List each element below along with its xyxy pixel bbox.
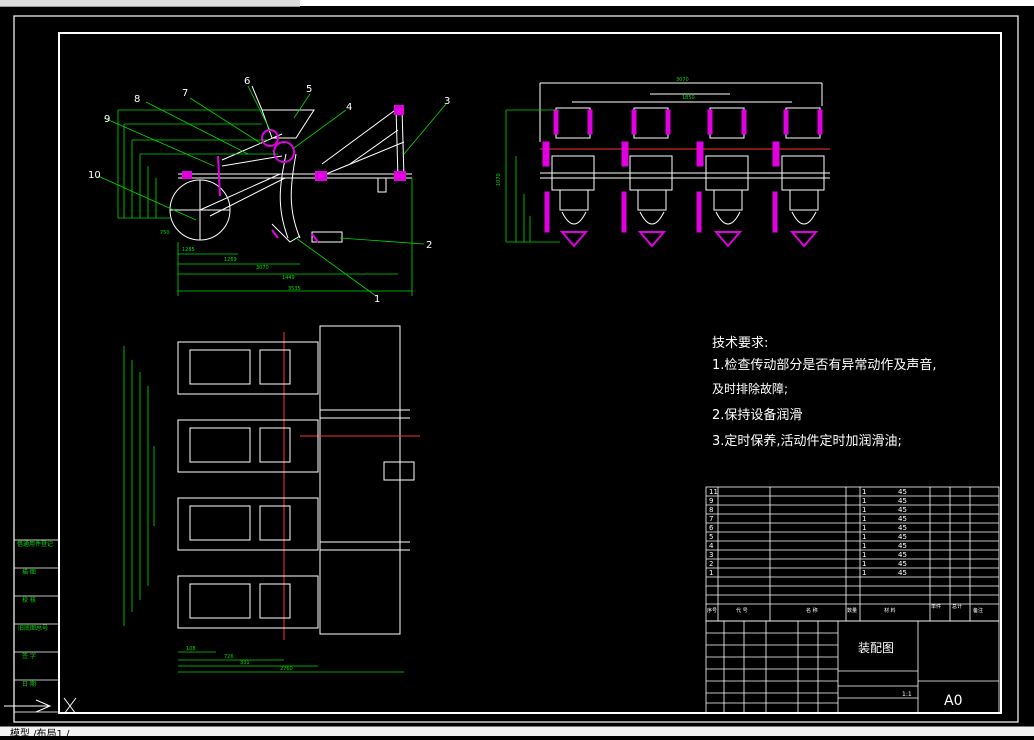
bom-no: 6 bbox=[709, 524, 714, 532]
bom-header-material: 材 料 bbox=[884, 607, 896, 614]
bom-qty: 1 bbox=[862, 569, 866, 577]
bom-no: 7 bbox=[709, 515, 713, 523]
bom-no: 5 bbox=[709, 533, 713, 541]
strip-label: 旧底图总号 bbox=[18, 624, 48, 632]
bom-header-code: 代 号 bbox=[736, 607, 748, 614]
bom-no: 8 bbox=[709, 506, 713, 514]
strip-label: 校 核 bbox=[22, 596, 36, 604]
top-view bbox=[283, 325, 420, 640]
part-number-4: 4 bbox=[346, 102, 352, 113]
part-number-6: 6 bbox=[244, 76, 250, 87]
part-number-10: 10 bbox=[88, 170, 101, 181]
layout-tabs[interactable]: 模型 /布局1 / bbox=[10, 725, 69, 740]
left-strip-labels: 借通用件登记 描 图 校 核 旧底图总号 签 字 日 期 bbox=[17, 540, 53, 688]
bom-header-name: 名 称 bbox=[806, 607, 818, 614]
bom-header-qty: 数量 bbox=[847, 607, 857, 614]
strip-label: 借通用件登记 bbox=[17, 540, 53, 548]
bom-no: 1 bbox=[709, 569, 713, 577]
bom-code: 45 bbox=[898, 506, 907, 514]
drawing-name: 装配图 bbox=[858, 641, 894, 655]
part-number-5: 5 bbox=[306, 84, 312, 95]
bom-code: 45 bbox=[898, 533, 907, 541]
side-view bbox=[169, 85, 412, 243]
tech-req-item-2: 及时排除故障; bbox=[712, 382, 789, 396]
bom-code: 45 bbox=[898, 542, 907, 550]
part-leaders bbox=[97, 85, 447, 297]
bom-qty: 1 bbox=[862, 533, 866, 541]
title-block-text: 装配图 A0 1:1 bbox=[858, 641, 962, 709]
bom-table bbox=[705, 486, 1000, 622]
top-dim-text: 108 726 331 2760 bbox=[186, 646, 293, 672]
side-dim-3: 1449 bbox=[282, 275, 295, 281]
scale: 1:1 bbox=[902, 691, 912, 698]
bom-no: 9 bbox=[709, 497, 713, 505]
tech-req-item-4: 3.定时保养,活动件定时加润滑油; bbox=[712, 434, 902, 449]
bom-code: 45 bbox=[898, 515, 907, 523]
front-view-units bbox=[551, 107, 825, 225]
side-dim-1: 1269 bbox=[224, 257, 237, 263]
strip-label: 签 字 bbox=[22, 652, 36, 660]
bom-no: 4 bbox=[709, 542, 714, 550]
strip-label: 描 图 bbox=[22, 568, 36, 576]
bom-no: 2 bbox=[709, 560, 713, 568]
front-dim-text: 3070 1850 1070 bbox=[496, 77, 695, 186]
bom-header-seq: 序号 bbox=[707, 607, 717, 614]
front-dim-mid: 1850 bbox=[682, 95, 695, 101]
bom-code: 45 bbox=[898, 560, 907, 568]
bom-code: 45 bbox=[898, 488, 907, 496]
top-dim-4: 2760 bbox=[280, 666, 293, 672]
top-dim-3: 331 bbox=[240, 660, 250, 666]
side-dim-2: 3070 bbox=[256, 265, 269, 271]
front-dim-height: 1070 bbox=[496, 173, 502, 186]
top-dim-2: 726 bbox=[224, 654, 234, 660]
top-dim-1: 108 bbox=[186, 646, 196, 652]
bom-header-total: 总计 bbox=[952, 603, 962, 610]
strip-label: 日 期 bbox=[22, 680, 36, 688]
bom-code: 45 bbox=[898, 551, 907, 559]
bom-code: 45 bbox=[898, 497, 907, 505]
bom-code: 45 bbox=[898, 524, 907, 532]
bom-header-single: 单件 bbox=[931, 603, 941, 610]
side-dim-6: 750 bbox=[160, 230, 170, 236]
bom-qty: 1 bbox=[862, 524, 866, 532]
bom-qty: 1 bbox=[862, 497, 866, 505]
top-view-dimensions bbox=[123, 346, 404, 673]
front-dim-top: 3070 bbox=[676, 77, 689, 83]
bom-code: 45 bbox=[898, 569, 907, 577]
bom-no: 3 bbox=[709, 551, 713, 559]
bom-no: 11 bbox=[709, 488, 718, 496]
sheet-size: A0 bbox=[944, 693, 962, 709]
bom-qty: 1 bbox=[862, 551, 866, 559]
tech-req-title: 技术要求: bbox=[712, 336, 769, 351]
part-number-2: 2 bbox=[426, 240, 432, 251]
bom-row-values: 11 1 45 9 1 45 8 1 45 7 1 45 6 1 45 5 1 45 4 1 45 3 1 45… bbox=[709, 488, 907, 577]
part-number-7: 7 bbox=[182, 88, 188, 99]
part-number-3: 3 bbox=[444, 96, 450, 107]
bom-qty: 1 bbox=[862, 515, 866, 523]
top-view-units bbox=[177, 341, 319, 629]
part-number-8: 8 bbox=[134, 94, 140, 105]
bom-header-note: 备注 bbox=[973, 607, 983, 614]
part-number-9: 9 bbox=[104, 114, 110, 125]
tech-req-item-1: 1.检查传动部分是否有异常动作及声音, bbox=[712, 358, 937, 373]
part-number-1: 1 bbox=[374, 294, 380, 305]
bom-header: 序号 代 号 名 称 数量 材 料 单件 总计 备注 bbox=[707, 603, 983, 614]
side-dim-5: 1285 bbox=[182, 247, 195, 253]
bom-qty: 1 bbox=[862, 542, 866, 550]
ucs-icon bbox=[4, 697, 77, 715]
tech-req-item-3: 2.保持设备润滑 bbox=[712, 408, 803, 423]
bom-qty: 1 bbox=[862, 560, 866, 568]
bom-qty: 1 bbox=[862, 488, 866, 496]
side-view-dim-text: 1269 3070 1449 3535 1285 750 bbox=[160, 230, 301, 292]
bom-qty: 1 bbox=[862, 506, 866, 514]
side-dim-4: 3535 bbox=[288, 286, 301, 292]
